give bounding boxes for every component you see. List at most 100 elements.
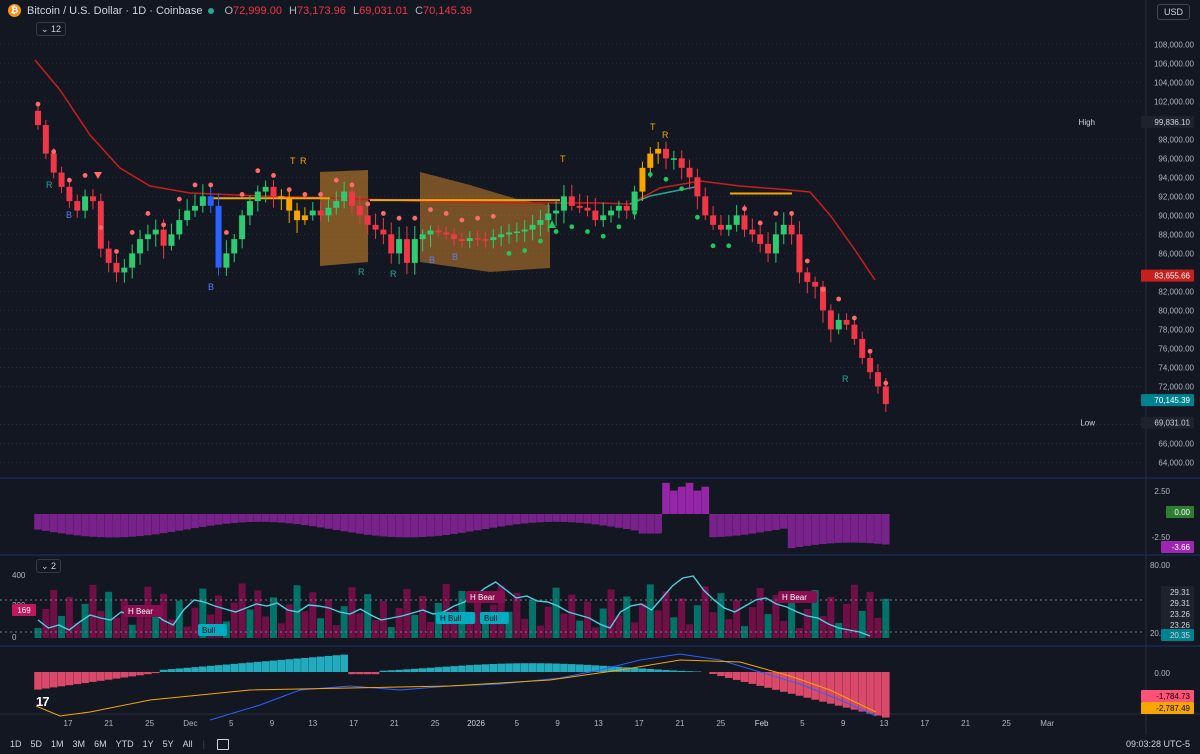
- signal-dot: [302, 192, 308, 197]
- macd-bar: [324, 655, 333, 672]
- volume-bar: [686, 624, 694, 638]
- macd-bar: [630, 667, 639, 672]
- candle-body: [82, 196, 89, 211]
- signal-dot: [271, 173, 276, 178]
- macd-bar: [120, 672, 129, 678]
- macd-bar: [254, 661, 262, 672]
- symbol-title[interactable]: Bitcoin / U.S. Dollar · 1D · Coinbase: [27, 5, 202, 17]
- volume-bar: [748, 607, 756, 638]
- histogram-bar: [316, 514, 325, 528]
- candle-body: [663, 148, 669, 159]
- macd-bar: [568, 664, 576, 672]
- histogram-bar: [238, 514, 246, 523]
- histogram-bar: [65, 514, 74, 535]
- candle-body: [498, 234, 505, 238]
- macd-bar: [128, 672, 136, 677]
- volume-bar: [254, 590, 262, 638]
- macd-bar: [756, 672, 764, 686]
- timeframe-button-3m[interactable]: 3M: [73, 739, 86, 749]
- histogram-bar: [120, 514, 129, 538]
- candle-body: [600, 215, 607, 221]
- candle-body: [270, 186, 277, 197]
- time-tick-label: Feb: [755, 719, 769, 728]
- signal-dot: [192, 182, 198, 188]
- histogram-bar: [395, 514, 403, 538]
- time-tick-label: 25: [1002, 719, 1011, 728]
- macd-bar: [269, 660, 278, 672]
- timeframe-button-1d[interactable]: 1D: [10, 739, 22, 749]
- divergence-label: Bull: [202, 626, 216, 635]
- volume-bar: [246, 609, 254, 638]
- macd-bar: [481, 664, 490, 672]
- signal-dot: [35, 101, 41, 107]
- timeframe-button-1m[interactable]: 1M: [51, 739, 64, 749]
- macd-bar: [677, 670, 686, 672]
- signal-dot: [600, 233, 606, 239]
- candle-body: [835, 319, 842, 330]
- signal-letter: B: [452, 252, 458, 262]
- candle-body: [741, 215, 748, 230]
- macd-bar: [371, 672, 380, 675]
- histogram-bar: [183, 514, 191, 530]
- signal-dot: [867, 348, 873, 354]
- signal-dot: [145, 211, 151, 216]
- timeframe-button-all[interactable]: All: [183, 739, 193, 749]
- histogram-bar: [536, 514, 545, 523]
- signal-letter: R: [46, 180, 53, 190]
- macd-bar: [49, 672, 58, 688]
- macd-bar: [583, 664, 592, 672]
- volume-bar: [521, 618, 529, 638]
- signal-dot: [51, 149, 57, 155]
- candle-body: [35, 110, 41, 126]
- histogram-bar: [230, 514, 239, 523]
- bottom-toolbar: 1D 5D 1M 3M 6M YTD 1Y 5Y All | 09:03:28 UTC-5: [10, 738, 1190, 750]
- histogram-bar: [552, 514, 560, 522]
- histogram-bar: [615, 514, 623, 528]
- macd-bar: [489, 663, 498, 672]
- pane3-tick-label: 0.00: [1154, 669, 1170, 678]
- candle-body: [427, 230, 434, 235]
- histogram-bar: [293, 514, 301, 525]
- timeframe-button-ytd[interactable]: YTD: [116, 739, 134, 749]
- histogram-bar: [528, 514, 537, 523]
- signal-dot: [836, 296, 842, 302]
- macd-bar: [740, 672, 749, 682]
- macd-bar: [709, 672, 717, 674]
- histogram-bar: [489, 514, 498, 528]
- signal-letter: R: [300, 156, 307, 166]
- macd-bar: [206, 665, 215, 672]
- volume-bar: [81, 603, 89, 638]
- signal-dot: [239, 192, 245, 197]
- currency-selector[interactable]: USD: [1156, 4, 1190, 20]
- signal-dot: [176, 196, 182, 202]
- calendar-icon[interactable]: [216, 738, 229, 750]
- price-tick-label: 96,000.00: [1158, 154, 1194, 163]
- histogram-bar: [811, 514, 819, 545]
- histogram-bar: [214, 514, 223, 525]
- symbol-header[interactable]: ₿ Bitcoin / U.S. Dollar · 1D · Coinbase …: [8, 4, 472, 17]
- timeframe-button-1y[interactable]: 1Y: [143, 739, 154, 749]
- histogram-bar: [348, 514, 356, 533]
- time-tick-label: 21: [676, 719, 685, 728]
- oscillator-collapse-button[interactable]: ⌄ 2: [36, 559, 62, 573]
- timeframe-button-5d[interactable]: 5D: [31, 739, 43, 749]
- macd-bar: [803, 672, 812, 698]
- macd-bar: [732, 672, 741, 680]
- candle-body: [513, 231, 520, 234]
- candle-body: [733, 215, 740, 225]
- candle-body: [521, 229, 528, 232]
- pane2-badge-value: 29.31: [1170, 599, 1191, 608]
- timeframe-button-5y[interactable]: 5Y: [163, 739, 174, 749]
- macd-bar: [717, 672, 725, 676]
- macd-bar: [191, 667, 199, 672]
- price-chart[interactable]: RBBT RR RB BTTRR H BearBullH Bull BullH Bear…: [0, 0, 1200, 754]
- histogram-bar: [246, 514, 254, 522]
- histogram-bar: [591, 514, 600, 525]
- macd-bar: [874, 672, 882, 716]
- timeframe-button-6m[interactable]: 6M: [94, 739, 107, 749]
- histogram-bar: [403, 514, 411, 538]
- time-tick-label: Mar: [1040, 719, 1054, 728]
- indicators-collapse-button[interactable]: ⌄ 12: [36, 22, 67, 36]
- volume-bar: [568, 594, 576, 638]
- candle-body: [262, 186, 269, 192]
